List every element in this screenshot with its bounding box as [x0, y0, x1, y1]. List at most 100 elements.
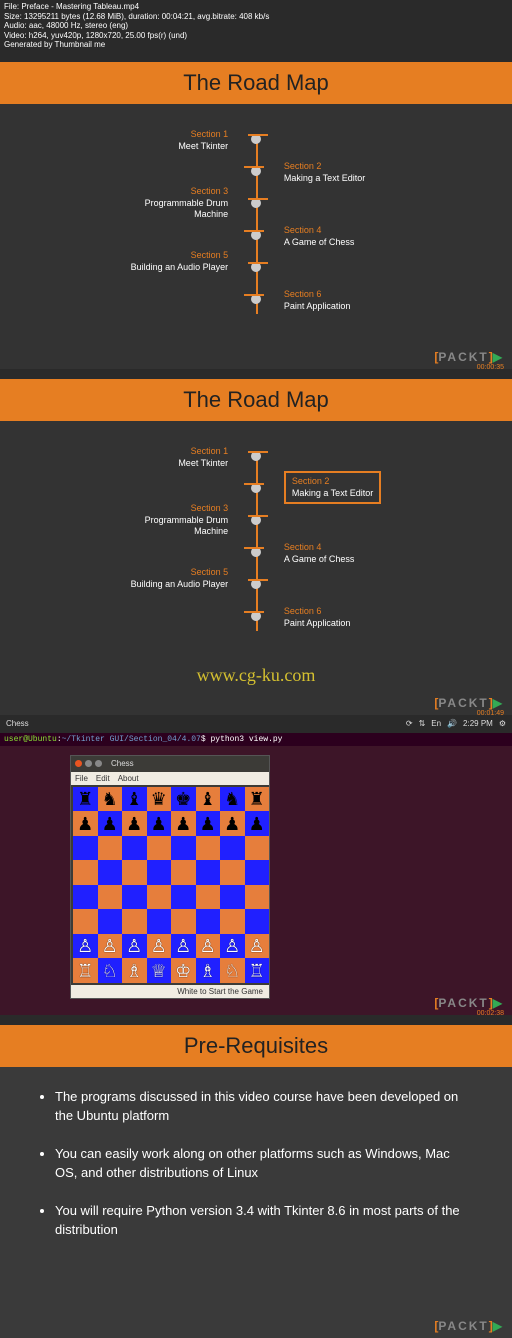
chess-square[interactable]: ♙	[196, 934, 221, 959]
chess-square[interactable]	[98, 860, 123, 885]
chess-square[interactable]	[98, 885, 123, 910]
clock[interactable]: 2:29 PM	[463, 719, 493, 728]
chess-square[interactable]: ♙	[171, 934, 196, 959]
chess-square[interactable]: ♙	[220, 934, 245, 959]
chess-piece[interactable]: ♙	[102, 937, 118, 955]
chess-piece[interactable]: ♞	[102, 790, 118, 808]
chess-square[interactable]	[220, 860, 245, 885]
chess-square[interactable]	[147, 836, 172, 861]
menu-edit[interactable]: Edit	[96, 774, 110, 783]
chess-titlebar[interactable]: Chess	[71, 756, 269, 772]
chess-square[interactable]: ♝	[122, 787, 147, 812]
chess-square[interactable]: ♖	[73, 958, 98, 983]
chess-piece[interactable]: ♝	[126, 790, 142, 808]
chess-square[interactable]: ♙	[122, 934, 147, 959]
chess-piece[interactable]: ♘	[224, 962, 240, 980]
chess-piece[interactable]: ♕	[151, 962, 167, 980]
chess-square[interactable]	[73, 860, 98, 885]
chess-square[interactable]	[98, 836, 123, 861]
chess-square[interactable]	[171, 860, 196, 885]
chess-square[interactable]	[73, 885, 98, 910]
chess-piece[interactable]: ♖	[249, 962, 265, 980]
maximize-button[interactable]	[95, 760, 102, 767]
chess-piece[interactable]: ♗	[126, 962, 142, 980]
chess-piece[interactable]: ♛	[151, 790, 167, 808]
chess-piece[interactable]: ♟	[102, 815, 118, 833]
chess-piece[interactable]: ♚	[175, 790, 191, 808]
chess-square[interactable]: ♜	[73, 787, 98, 812]
chess-square[interactable]	[245, 909, 270, 934]
chess-square[interactable]	[171, 836, 196, 861]
chess-piece[interactable]: ♙	[175, 937, 191, 955]
chess-piece[interactable]: ♟	[77, 815, 93, 833]
keyboard-indicator[interactable]: En	[431, 719, 441, 728]
chess-square[interactable]: ♜	[245, 787, 270, 812]
chess-square[interactable]: ♙	[147, 934, 172, 959]
chess-square[interactable]: ♛	[147, 787, 172, 812]
chess-square[interactable]: ♔	[171, 958, 196, 983]
chess-square[interactable]: ♞	[98, 787, 123, 812]
close-button[interactable]	[75, 760, 82, 767]
chess-piece[interactable]: ♔	[175, 962, 191, 980]
chess-board[interactable]: ♜♞♝♛♚♝♞♜♟♟♟♟♟♟♟♟♙♙♙♙♙♙♙♙♖♘♗♕♔♗♘♖	[73, 787, 269, 983]
chess-square[interactable]	[171, 909, 196, 934]
chess-square[interactable]	[122, 885, 147, 910]
chess-piece[interactable]: ♟	[249, 815, 265, 833]
chess-piece[interactable]: ♙	[224, 937, 240, 955]
chess-app-window[interactable]: Chess File Edit About ♜♞♝♛♚♝♞♜♟♟♟♟♟♟♟♟♙♙…	[70, 755, 270, 999]
chess-square[interactable]: ♖	[245, 958, 270, 983]
sound-icon[interactable]: 🔊	[447, 719, 457, 728]
menu-about[interactable]: About	[118, 774, 139, 783]
chess-square[interactable]	[220, 836, 245, 861]
chess-square[interactable]: ♙	[98, 934, 123, 959]
chess-square[interactable]	[196, 836, 221, 861]
chess-square[interactable]: ♗	[122, 958, 147, 983]
chess-square[interactable]	[245, 860, 270, 885]
chess-piece[interactable]: ♙	[126, 937, 142, 955]
chess-square[interactable]: ♟	[147, 811, 172, 836]
chess-square[interactable]: ♙	[73, 934, 98, 959]
chess-square[interactable]: ♘	[220, 958, 245, 983]
chess-square[interactable]	[196, 885, 221, 910]
minimize-button[interactable]	[85, 760, 92, 767]
chess-square[interactable]	[122, 909, 147, 934]
gear-icon[interactable]: ⚙	[499, 719, 506, 728]
chess-piece[interactable]: ♜	[77, 790, 93, 808]
chess-piece[interactable]: ♙	[249, 937, 265, 955]
chess-piece[interactable]: ♝	[200, 790, 216, 808]
network-icon[interactable]: ⇅	[419, 719, 426, 728]
chess-piece[interactable]: ♟	[200, 815, 216, 833]
chess-piece[interactable]: ♟	[151, 815, 167, 833]
chess-square[interactable]	[122, 860, 147, 885]
chess-piece[interactable]: ♙	[77, 937, 93, 955]
chess-square[interactable]: ♗	[196, 958, 221, 983]
chess-square[interactable]: ♟	[245, 811, 270, 836]
chess-square[interactable]: ♕	[147, 958, 172, 983]
chess-square[interactable]	[220, 885, 245, 910]
chess-square[interactable]	[220, 909, 245, 934]
chess-square[interactable]: ♟	[98, 811, 123, 836]
chess-square[interactable]: ♟	[220, 811, 245, 836]
chess-square[interactable]: ♙	[245, 934, 270, 959]
chess-piece[interactable]: ♟	[126, 815, 142, 833]
chess-piece[interactable]: ♞	[224, 790, 240, 808]
chess-square[interactable]: ♘	[98, 958, 123, 983]
chess-square[interactable]: ♟	[171, 811, 196, 836]
chess-piece[interactable]: ♟	[175, 815, 191, 833]
chess-square[interactable]: ♞	[220, 787, 245, 812]
chess-square[interactable]	[245, 885, 270, 910]
update-icon[interactable]: ⟳	[406, 719, 413, 728]
chess-square[interactable]: ♚	[171, 787, 196, 812]
chess-piece[interactable]: ♖	[77, 962, 93, 980]
chess-piece[interactable]: ♘	[102, 962, 118, 980]
chess-piece[interactable]: ♙	[200, 937, 216, 955]
chess-square[interactable]	[171, 885, 196, 910]
chess-square[interactable]	[73, 909, 98, 934]
chess-square[interactable]: ♟	[196, 811, 221, 836]
chess-square[interactable]	[245, 836, 270, 861]
chess-square[interactable]	[196, 909, 221, 934]
chess-square[interactable]	[196, 860, 221, 885]
chess-square[interactable]	[98, 909, 123, 934]
chess-square[interactable]	[147, 885, 172, 910]
chess-square[interactable]: ♝	[196, 787, 221, 812]
